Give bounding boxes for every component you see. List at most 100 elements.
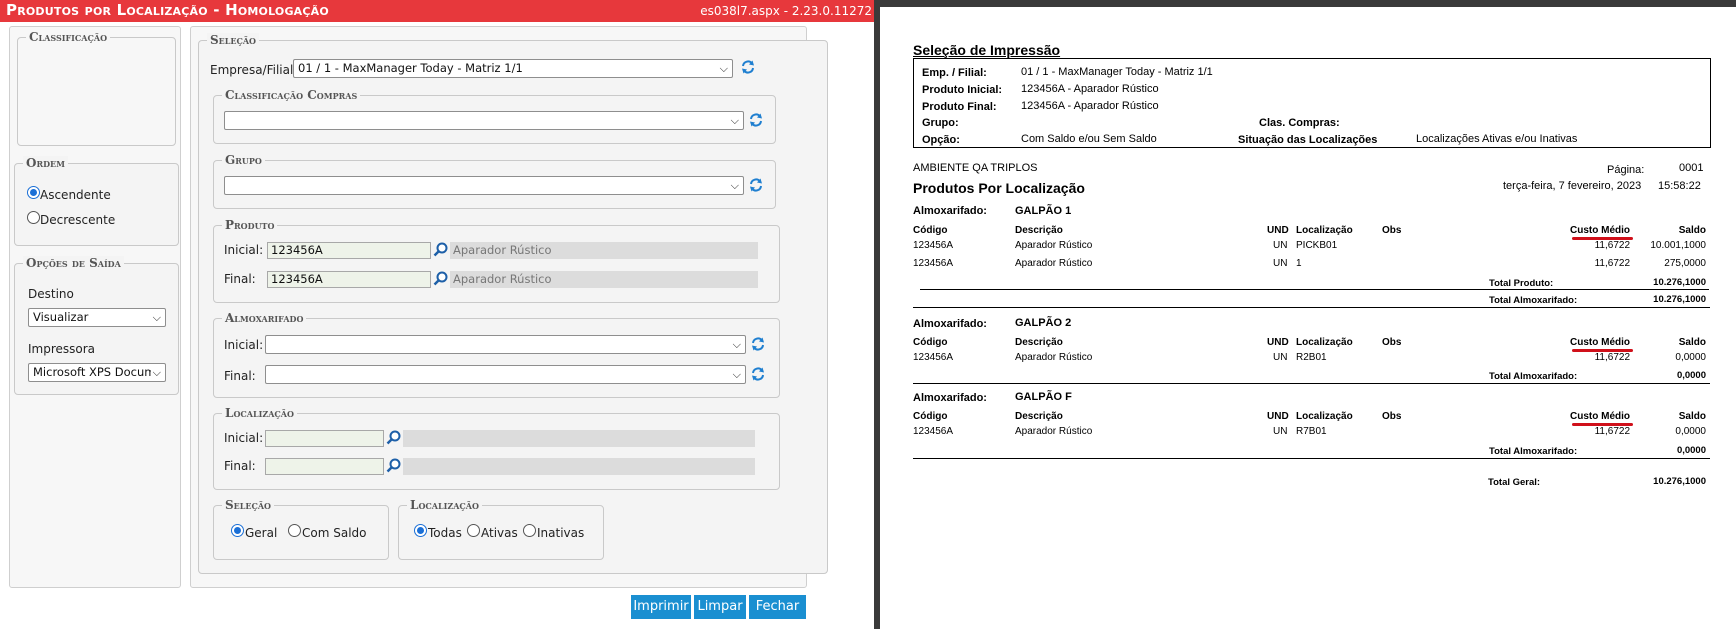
page-version: es038l7.aspx - 2.23.0.11272 — [700, 4, 872, 18]
selecao-group: Seleção Empresa/Filial: 01 / 1 - MaxMana… — [198, 33, 828, 574]
produto-group: Produto Inicial: 123456A Aparador Rústic… — [213, 218, 780, 303]
produto-final-label: Final: — [224, 272, 256, 286]
produto-inicial-input[interactable]: 123456A — [267, 242, 431, 259]
localizacao-radio-group: Localização Todas Ativas Inativas — [398, 498, 604, 560]
page-title: Produtos por Localização - Homologação — [6, 1, 329, 19]
col-descricao: Descrição — [1015, 411, 1063, 422]
almoxarifado-inicial-select[interactable]: ⌵ — [265, 335, 746, 354]
col-und: UND — [1267, 337, 1289, 348]
localizacao-todas-radio[interactable] — [414, 524, 427, 537]
almox-label: Almoxarifado: — [913, 205, 987, 217]
localizacao-inativas-label: Inativas — [537, 526, 585, 540]
refresh-icon[interactable] — [748, 177, 764, 193]
emp-value: 01 / 1 - MaxManager Today - Matriz 1/1 — [1021, 66, 1213, 78]
selecao-legend: Seleção — [207, 33, 260, 47]
col-localizacao: Localização — [1296, 411, 1353, 422]
total-produto-label: Total Produto: — [1489, 278, 1554, 289]
produto-final-value: 123456A — [271, 272, 323, 286]
ordem-decrescente-radio[interactable] — [27, 211, 40, 224]
impressora-select[interactable]: Microsoft XPS Docum ⌵ — [28, 363, 166, 382]
search-icon[interactable] — [386, 458, 401, 473]
prod-ini-value: 123456A - Aparador Rústico — [1021, 83, 1159, 95]
empresa-select[interactable]: 01 / 1 - MaxManager Today - Matriz 1/1 ⌵ — [293, 59, 733, 78]
ordem-ascendente-radio[interactable] — [27, 186, 40, 199]
ordem-legend: Ordem — [23, 156, 68, 170]
refresh-icon[interactable] — [740, 59, 756, 75]
col-codigo: Código — [913, 337, 948, 348]
destino-select[interactable]: Visualizar ⌵ — [28, 308, 166, 327]
col-saldo: Saldo — [1678, 337, 1706, 348]
selecao-com-saldo-radio[interactable] — [288, 524, 301, 537]
selecao-radio-legend: Seleção — [222, 498, 275, 512]
fechar-button[interactable]: Fechar — [749, 595, 806, 619]
impressora-label: Impressora — [28, 342, 96, 356]
limpar-button[interactable]: Limpar — [694, 595, 746, 619]
cell-loc: PICKB01 — [1296, 240, 1338, 251]
cell-descricao: Aparador Rústico — [1015, 352, 1093, 363]
sit-label: Situação das Localizações — [1238, 134, 1378, 146]
imprimir-button[interactable]: Imprimir — [631, 595, 691, 619]
search-icon[interactable] — [433, 242, 448, 257]
almoxarifado-group: Almoxarifado Inicial: ⌵ Final: ⌵ — [213, 311, 780, 398]
almox-name: GALPÃO 2 — [1015, 317, 1072, 329]
total-almox-value: 0,0000 — [1676, 370, 1706, 381]
localizacao-ativas-label: Ativas — [481, 526, 518, 540]
chevron-down-icon: ⌵ — [719, 62, 728, 75]
refresh-icon[interactable] — [750, 366, 766, 382]
produto-final-input[interactable]: 123456A — [267, 271, 431, 288]
produto-final-desc: Aparador Rústico — [450, 271, 758, 288]
cell-custo: 11,6722 — [1594, 352, 1630, 363]
destino-value: Visualizar — [33, 310, 89, 324]
ambiente-text: AMBIENTE QA TRIPLOS — [913, 162, 1038, 174]
prod-ini-label: Produto Inicial: — [922, 84, 1003, 96]
chevron-down-icon: ⌵ — [730, 114, 739, 127]
col-custo: Custo Médio — [1570, 225, 1630, 236]
grupo-select[interactable]: ⌵ — [224, 176, 744, 195]
col-saldo: Saldo — [1678, 411, 1706, 422]
col-localizacao: Localização — [1296, 225, 1353, 236]
chevron-down-icon: ⌵ — [732, 338, 741, 351]
sit-value: Localizações Ativas e/ou Inativas — [1416, 133, 1578, 145]
report-preview: Seleção de Impressão Emp. / Filial: 01 /… — [880, 0, 1736, 629]
cell-saldo: 0,0000 — [1675, 352, 1706, 363]
total-geral-value: 10.276,1000 — [1653, 476, 1706, 487]
refresh-icon[interactable] — [748, 112, 764, 128]
search-icon[interactable] — [433, 271, 448, 286]
app-window: Produtos por Localização - Homologação e… — [0, 0, 874, 629]
cell-und: UN — [1273, 240, 1288, 251]
chevron-down-icon: ⌵ — [732, 368, 741, 381]
localizacao-ativas-radio[interactable] — [467, 524, 480, 537]
localizacao-final-desc — [403, 458, 755, 475]
section-rule — [913, 383, 1710, 384]
col-descricao: Descrição — [1015, 225, 1063, 236]
total-almox-label: Total Almoxarifado: — [1489, 446, 1578, 457]
preview-top-band — [880, 0, 1736, 7]
localizacao-inicial-input[interactable] — [265, 430, 384, 447]
cell-saldo: 275,0000 — [1664, 258, 1706, 269]
localizacao-inativas-radio[interactable] — [523, 524, 536, 537]
almoxarifado-final-select[interactable]: ⌵ — [265, 365, 746, 384]
selecao-geral-radio[interactable] — [231, 524, 244, 537]
classificacao-compras-select[interactable]: ⌵ — [224, 111, 744, 130]
col-localizacao: Localização — [1296, 337, 1353, 348]
chevron-down-icon: ⌵ — [150, 366, 161, 380]
opcoes-saida-group: Opções de Saída Destino Visualizar ⌵ Imp… — [14, 256, 179, 395]
cell-descricao: Aparador Rústico — [1015, 426, 1093, 437]
produto-inicial-desc-text: Aparador Rústico — [453, 243, 552, 257]
report-date: terça-feira, 7 fevereiro, 2023 — [1503, 180, 1642, 192]
cell-custo: 11,6722 — [1594, 258, 1630, 269]
prod-fin-value: 123456A - Aparador Rústico — [1021, 100, 1159, 112]
cell-saldo: 10.001,1000 — [1650, 240, 1706, 251]
refresh-icon[interactable] — [750, 336, 766, 352]
search-icon[interactable] — [386, 430, 401, 445]
col-saldo: Saldo — [1678, 225, 1706, 236]
localizacao-final-input[interactable] — [265, 458, 384, 475]
cell-loc: R7B01 — [1296, 426, 1327, 437]
produto-inicial-label: Inicial: — [224, 243, 264, 257]
total-almox-label: Total Almoxarifado: — [1489, 295, 1578, 306]
almoxarifado-legend: Almoxarifado — [222, 311, 307, 325]
col-obs: Obs — [1382, 411, 1402, 422]
cell-loc: 1 — [1296, 258, 1302, 269]
total-almox-value: 10.276,1000 — [1653, 294, 1706, 305]
almoxarifado-final-label: Final: — [224, 369, 256, 383]
